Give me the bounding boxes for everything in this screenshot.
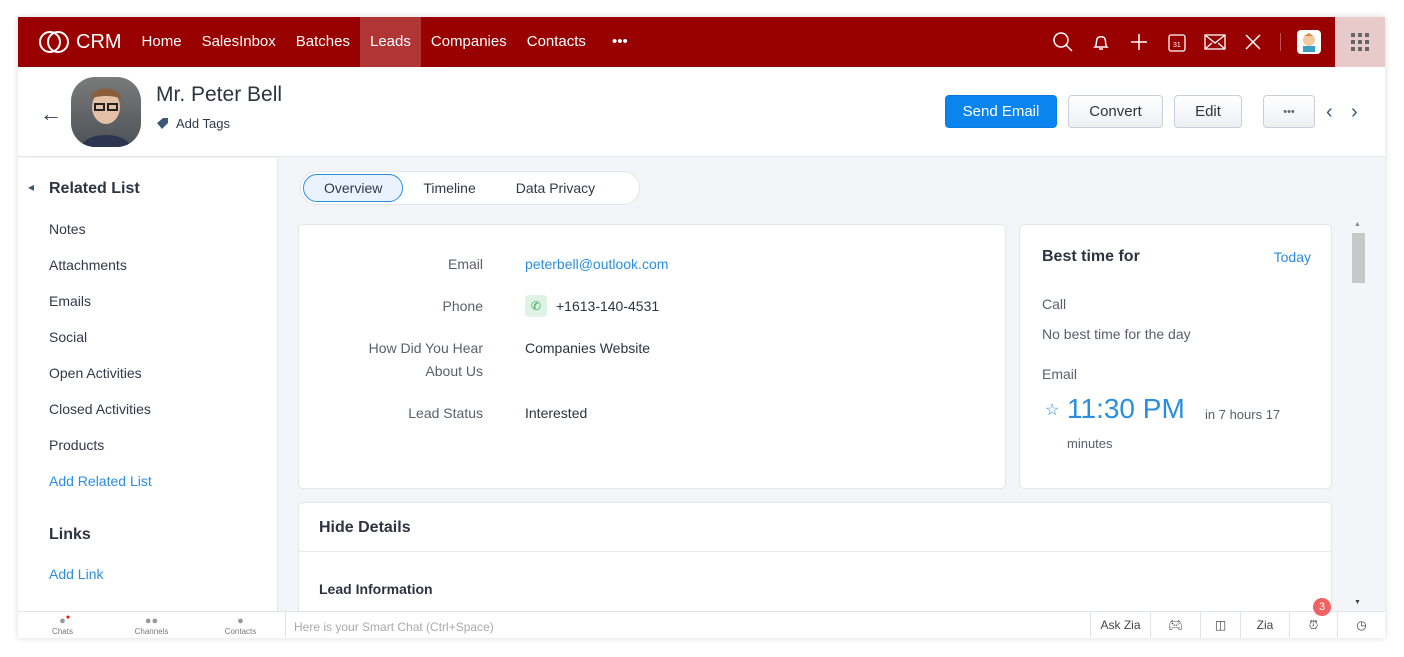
lead-information-heading: Lead Information	[319, 581, 433, 597]
contact-icon: ●	[237, 615, 244, 627]
nav-leads[interactable]: Leads	[359, 17, 421, 67]
tab-timeline[interactable]: Timeline	[403, 175, 495, 201]
related-list-title: Related List	[49, 180, 140, 197]
scrollbar[interactable]: ▲ ▼	[1350, 219, 1367, 611]
hear-label-line2: About Us	[425, 363, 483, 379]
top-nav: CRM Home SalesInbox Batches Leads Compan…	[18, 17, 1385, 67]
search-icon[interactable]	[1052, 31, 1074, 53]
nav-more[interactable]: •••	[596, 17, 638, 67]
ask-zia-button[interactable]: Ask Zia	[1090, 612, 1150, 638]
sidebar-item-emails[interactable]: Emails	[49, 293, 91, 309]
lead-photo	[71, 77, 141, 147]
best-time-card: Best time for Today Call No best time fo…	[1019, 224, 1332, 489]
bell-icon[interactable]	[1090, 31, 1112, 53]
collapse-sidebar-icon[interactable]: ◂	[28, 180, 34, 194]
lead-status-label: Lead Status	[408, 405, 483, 421]
back-arrow-icon[interactable]: ←	[40, 101, 62, 127]
phone-value: +1613-140-4531	[556, 298, 660, 314]
scrollbar-thumb[interactable]	[1352, 233, 1365, 283]
record-tabs: Overview Timeline Data Privacy	[300, 171, 640, 205]
svg-text:31: 31	[1173, 42, 1181, 49]
more-actions-button[interactable]: •••	[1263, 95, 1315, 128]
time-remaining: in 7 hours 17	[1205, 407, 1281, 422]
reminder-badge: 3	[1313, 598, 1331, 616]
nav-home[interactable]: Home	[132, 17, 192, 67]
brand-label: CRM	[76, 30, 122, 53]
convert-button[interactable]: Convert	[1068, 95, 1163, 128]
channels-icon: ●●	[144, 615, 159, 627]
sidebar-item-closed-activities[interactable]: Closed Activities	[49, 401, 151, 417]
smart-chat-input[interactable]: Here is your Smart Chat (Ctrl+Space)	[285, 612, 1090, 638]
plus-icon[interactable]	[1128, 31, 1150, 53]
links-title: Links	[49, 526, 91, 543]
gamepad-icon[interactable]: 🎮︎	[1150, 612, 1200, 638]
hear-label: How Did You Hear	[368, 340, 483, 356]
best-time-title: Best time for	[1042, 248, 1140, 265]
sidebar-item-products[interactable]: Products	[49, 437, 104, 453]
today-dropdown[interactable]: Today	[1274, 249, 1311, 265]
phone-label: Phone	[442, 298, 483, 314]
time-remaining-line2: minutes	[1067, 436, 1113, 451]
related-list-sidebar: ◂ Related List Notes Attachments Emails …	[18, 158, 278, 611]
divider	[1280, 33, 1281, 51]
tab-overview[interactable]: Overview	[303, 174, 404, 202]
lead-status-value: Interested	[525, 405, 588, 421]
alarm-clock-icon[interactable]: ⏰︎ 3	[1289, 598, 1337, 638]
email-label: Email	[447, 256, 483, 272]
tag-icon	[157, 118, 168, 129]
send-email-button[interactable]: Send Email	[945, 95, 1057, 128]
add-tags-label: Add Tags	[176, 116, 230, 131]
tab-data-privacy[interactable]: Data Privacy	[496, 175, 615, 201]
contacts-button[interactable]: ● Contacts	[196, 612, 285, 638]
add-related-list-link[interactable]: Add Related List	[49, 473, 152, 489]
email-time-label: Email	[1042, 366, 1078, 382]
nav-contacts[interactable]: Contacts	[517, 17, 596, 67]
add-tags-button[interactable]: Add Tags	[156, 116, 230, 131]
user-avatar[interactable]	[1297, 30, 1321, 54]
star-icon: ☆	[1045, 402, 1060, 419]
record-header: ← Mr. Peter Bell Add Tags Send Email Con…	[18, 67, 1385, 157]
phone-call-icon[interactable]: ✆	[525, 295, 547, 317]
email-value[interactable]: peterbell@outlook.com	[525, 256, 668, 272]
notes-icon[interactable]: ◫	[1200, 612, 1240, 638]
divider	[299, 551, 1331, 552]
zia-icon[interactable]: Zia	[1240, 612, 1289, 638]
bottom-bar: ● ● Chats ●● Channels ● Contacts Here is you…	[18, 598, 1385, 638]
hear-value: Companies Website	[525, 340, 651, 356]
nav-salesinbox[interactable]: SalesInbox	[192, 17, 286, 67]
call-label: Call	[1042, 296, 1067, 312]
channels-button[interactable]: ●● Channels	[107, 612, 196, 638]
next-record-icon[interactable]: ›	[1351, 101, 1358, 124]
record-name: Mr. Peter Bell	[156, 83, 283, 106]
hide-details-toggle[interactable]: Hide Details	[319, 519, 411, 537]
contacts-label: Contacts	[224, 627, 257, 636]
history-icon[interactable]: ◷	[1337, 612, 1385, 638]
nav-companies[interactable]: Companies	[421, 17, 517, 67]
calendar-icon[interactable]: 31	[1166, 31, 1188, 53]
logo-icon	[39, 31, 69, 53]
sidebar-item-notes[interactable]: Notes	[49, 221, 86, 237]
crm-app: CRM Home SalesInbox Batches Leads Compan…	[18, 17, 1385, 638]
channels-label: Channels	[134, 627, 169, 636]
add-link[interactable]: Add Link	[49, 566, 103, 582]
apps-grid-icon[interactable]	[1335, 17, 1385, 67]
sidebar-item-attachments[interactable]: Attachments	[49, 257, 127, 273]
crm-logo[interactable]: CRM	[18, 30, 132, 54]
best-email-time: 11:30 PM	[1067, 393, 1185, 424]
tools-icon[interactable]	[1242, 31, 1264, 53]
previous-record-icon[interactable]: ‹	[1326, 101, 1333, 124]
sidebar-item-social[interactable]: Social	[49, 329, 87, 345]
chats-label: Chats	[52, 627, 73, 636]
edit-button[interactable]: Edit	[1174, 95, 1242, 128]
chats-button[interactable]: ● ● Chats	[18, 612, 107, 638]
overview-card: Email peterbell@outlook.com Phone ✆ +161…	[298, 224, 1006, 489]
nav-batches[interactable]: Batches	[286, 17, 360, 67]
chat-icon: ● ●	[59, 614, 71, 627]
sidebar-item-open-activities[interactable]: Open Activities	[49, 365, 142, 381]
call-value: No best time for the day	[1042, 326, 1191, 342]
mail-icon[interactable]	[1204, 31, 1226, 53]
